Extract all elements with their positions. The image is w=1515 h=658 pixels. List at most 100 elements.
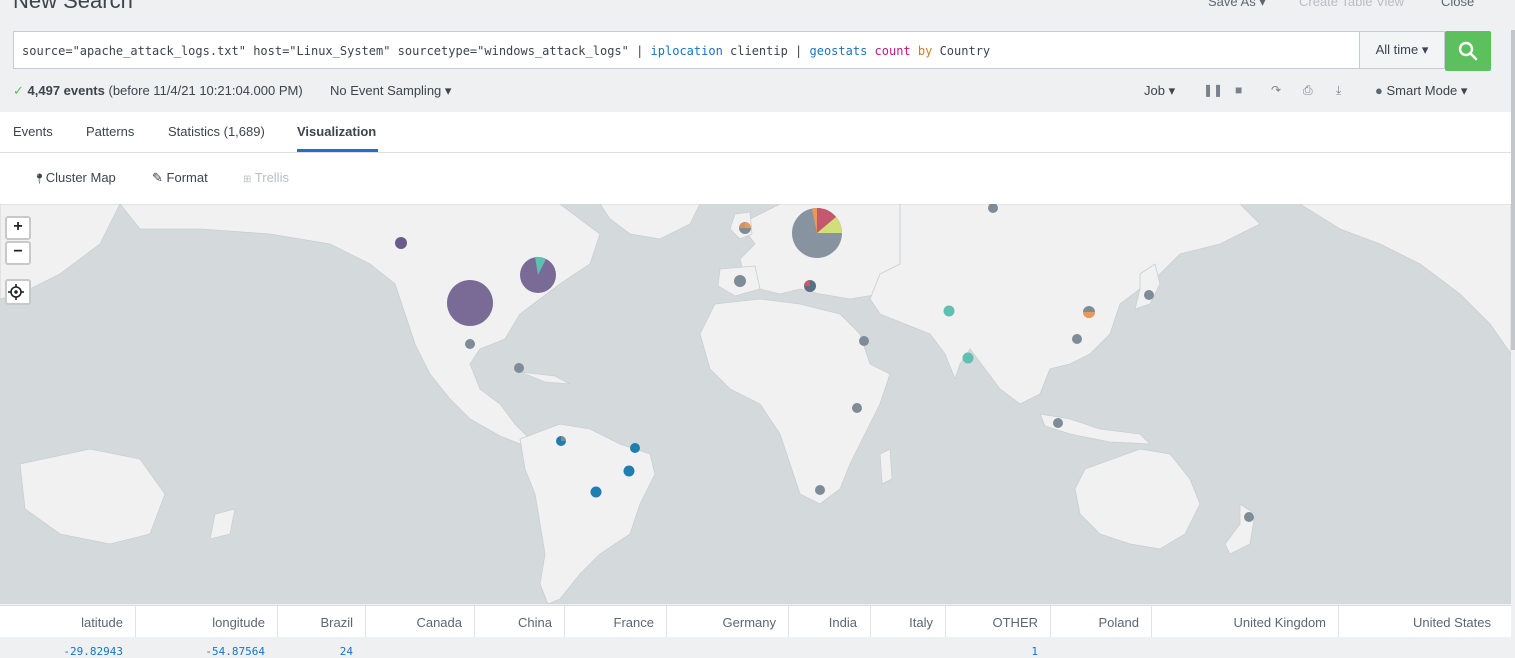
- query-keyword: by: [917, 44, 933, 58]
- lightbulb-icon: ●: [1375, 83, 1383, 98]
- marker-seattle: [395, 237, 407, 249]
- column-header[interactable]: India: [829, 615, 857, 630]
- land-madagascar: [879, 448, 893, 485]
- query-part: [867, 44, 874, 58]
- marker-united-states-west: [447, 280, 493, 326]
- column-header[interactable]: longitude: [212, 615, 265, 630]
- event-count-detail: (before 11/4/21 10:21:04.000 PM): [108, 83, 303, 98]
- marker-south-africa: [815, 485, 825, 495]
- event-sampling-dropdown[interactable]: No Event Sampling ▾: [330, 83, 451, 99]
- cluster-map-picker[interactable]: 📍︎Cluster Map: [33, 170, 116, 185]
- stop-icon[interactable]: ■: [1235, 83, 1242, 97]
- column-header[interactable]: France: [614, 615, 654, 630]
- land-new-zealand: [1224, 503, 1256, 555]
- trellis-button[interactable]: ⊞ Trellis: [243, 170, 289, 185]
- marker-new-zealand: [1244, 512, 1254, 522]
- results-table-header: latitude longitude Brazil Canada China F…: [0, 605, 1511, 638]
- save-as-menu[interactable]: Save As ▾: [1208, 0, 1266, 10]
- locate-icon: [8, 284, 24, 300]
- column-divider: [1050, 606, 1051, 638]
- table-cell[interactable]: -54.87564: [205, 645, 265, 658]
- table-row: -29.82943 -54.87564 24 1: [0, 637, 1511, 658]
- column-header[interactable]: China: [518, 615, 552, 630]
- column-divider: [1151, 606, 1152, 638]
- marker-brazil-south: [590, 486, 602, 498]
- land-greenland: [599, 204, 701, 240]
- land-north-america: [119, 204, 601, 445]
- table-cell[interactable]: -29.82943: [63, 645, 123, 658]
- table-cell[interactable]: 24: [340, 645, 353, 658]
- table-cell[interactable]: 1: [1031, 645, 1038, 658]
- column-divider: [788, 606, 789, 638]
- time-range-picker[interactable]: All time ▾: [1359, 31, 1445, 69]
- marker-middle-east: [859, 336, 869, 346]
- results-tabs: Events Patterns Statistics (1,689) Visua…: [0, 112, 1511, 153]
- column-divider: [1338, 606, 1339, 638]
- column-divider: [870, 606, 871, 638]
- map-pin-icon: 📍︎: [33, 174, 46, 185]
- land-australia: [1074, 448, 1201, 550]
- search-mode-dropdown[interactable]: ● Smart Mode ▾: [1375, 83, 1467, 99]
- export-icon[interactable]: ⤓: [1336, 83, 1341, 98]
- land-masses: [0, 204, 1511, 604]
- column-header[interactable]: Canada: [416, 615, 462, 630]
- format-button[interactable]: ✎ Format: [152, 170, 208, 186]
- search-bar: source="apache_attack_logs.txt" host="Li…: [13, 31, 1491, 71]
- column-divider: [277, 606, 278, 638]
- query-part: clientip |: [722, 44, 810, 58]
- land-asia: [869, 204, 1261, 405]
- query-command: iplocation: [650, 44, 723, 58]
- trellis-label: Trellis: [254, 170, 289, 185]
- column-header[interactable]: United States: [1413, 615, 1491, 630]
- column-header[interactable]: OTHER: [993, 615, 1039, 630]
- close-button[interactable]: Close: [1441, 0, 1474, 9]
- land-caribbean: [519, 371, 571, 385]
- cluster-map[interactable]: + −: [0, 204, 1511, 604]
- marker-japan: [1144, 290, 1154, 300]
- tab-patterns[interactable]: Patterns: [86, 124, 134, 139]
- column-divider: [135, 606, 136, 638]
- query-part: source="apache_attack_logs.txt" host="Li…: [22, 44, 651, 58]
- zoom-in-button[interactable]: +: [5, 216, 31, 240]
- page-scrollbar[interactable]: [1511, 30, 1515, 350]
- reset-view-button[interactable]: [5, 279, 31, 305]
- marker-central-america: [514, 363, 524, 373]
- pause-icon[interactable]: ❚❚: [1203, 83, 1223, 97]
- marker-spain: [734, 275, 746, 287]
- world-map: [0, 204, 1511, 604]
- tab-statistics[interactable]: Statistics (1,689): [168, 124, 265, 139]
- column-divider: [666, 606, 667, 638]
- top-bar: New Search Save As ▾ Create Table View C…: [0, 0, 1515, 30]
- column-divider: [945, 606, 946, 638]
- check-icon: ✓: [13, 83, 24, 98]
- tab-visualization[interactable]: Visualization: [297, 124, 376, 139]
- column-header[interactable]: Brazil: [320, 615, 353, 630]
- marker-india-south: [962, 352, 974, 364]
- job-menu[interactable]: Job ▾: [1144, 83, 1175, 99]
- search-input[interactable]: source="apache_attack_logs.txt" host="Li…: [13, 31, 1359, 69]
- job-status-row: ✓ 4,497 events (before 11/4/21 10:21:04.…: [13, 83, 1491, 101]
- create-table-view-button[interactable]: Create Table View: [1299, 0, 1404, 9]
- column-header[interactable]: latitude: [81, 615, 123, 630]
- tab-events[interactable]: Events: [13, 124, 53, 139]
- share-icon[interactable]: ↷: [1271, 83, 1281, 97]
- column-header[interactable]: Germany: [723, 615, 776, 630]
- marker-brazil-northeast: [630, 443, 640, 453]
- print-icon[interactable]: ⎙: [1303, 83, 1313, 98]
- column-divider: [365, 606, 366, 638]
- search-button[interactable]: [1445, 31, 1491, 71]
- zoom-out-button[interactable]: −: [5, 241, 31, 265]
- pencil-icon: ✎: [152, 170, 163, 185]
- query-command: geostats: [809, 44, 868, 58]
- column-header[interactable]: Poland: [1099, 615, 1139, 630]
- page-title: New Search: [13, 0, 133, 13]
- column-header[interactable]: Italy: [909, 615, 933, 630]
- query-part: Country: [932, 44, 991, 58]
- column-divider: [564, 606, 565, 638]
- column-divider: [474, 606, 475, 638]
- event-count: 4,497 events: [27, 83, 105, 98]
- visualization-toolbar: 📍︎Cluster Map ✎ Format ⊞ Trellis: [0, 153, 1511, 204]
- column-header[interactable]: United Kingdom: [1234, 615, 1327, 630]
- marker-brazil-southeast: [623, 465, 635, 477]
- query-part: [911, 44, 918, 58]
